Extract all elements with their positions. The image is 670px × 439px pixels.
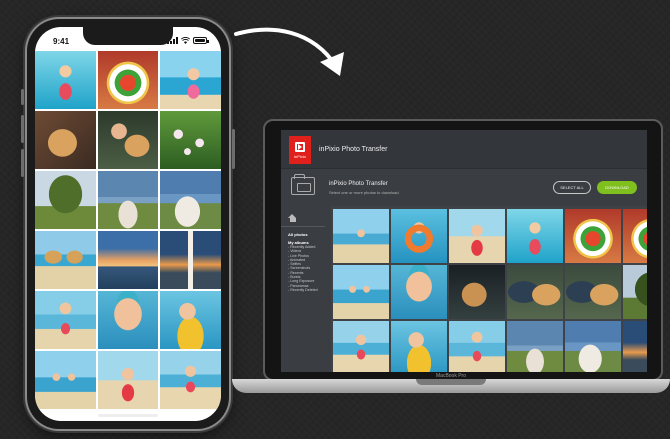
laptop-trackpad-notch — [416, 379, 486, 385]
app-photo-thumbnail[interactable] — [449, 321, 505, 372]
phone-photo-thumbnail[interactable] — [97, 171, 159, 229]
home-indicator — [98, 414, 158, 417]
toolbar-title: inPixio Photo Transfer — [329, 181, 388, 187]
logo-text: inPixio — [294, 153, 306, 159]
phone-mockup: 9:41 — [21, 19, 235, 429]
app-photo-thumbnail[interactable] — [333, 321, 389, 372]
app-title: inPixio Photo Transfer — [319, 146, 388, 153]
phone-photo-thumbnail[interactable] — [97, 231, 159, 289]
phone-photo-thumbnail[interactable] — [35, 171, 96, 229]
app-photo-thumbnail[interactable] — [391, 321, 447, 372]
phone-photo-grid — [35, 51, 221, 409]
app-photo-grid — [333, 209, 647, 372]
phone-photo-thumbnail[interactable] — [160, 171, 221, 229]
phone-photo-thumbnail[interactable] — [97, 51, 159, 109]
phone-photo-thumbnail[interactable] — [160, 351, 221, 409]
app-photo-thumbnail[interactable] — [507, 209, 563, 263]
phone-photo-thumbnail[interactable] — [160, 51, 221, 109]
phone-photo-thumbnail[interactable] — [35, 291, 96, 349]
phone-photo-thumbnail[interactable] — [97, 351, 159, 409]
status-icons — [167, 37, 209, 44]
laptop-screen: inPixio inPixio Photo Transfer inPixio P… — [281, 130, 647, 372]
phone-photo-thumbnail[interactable] — [35, 51, 96, 109]
signal-icon — [167, 37, 178, 44]
download-button[interactable]: DOWNLOAD — [597, 181, 637, 194]
app-photo-thumbnail[interactable] — [623, 209, 647, 263]
app-photo-thumbnail[interactable] — [565, 265, 621, 319]
app-photo-thumbnail[interactable] — [623, 321, 647, 372]
sidebar-album-item[interactable]: - Recently Deleted — [288, 288, 331, 292]
phone-photo-thumbnail[interactable] — [160, 291, 221, 349]
volume-up-button — [21, 115, 24, 143]
app-logo: inPixio — [289, 136, 311, 164]
phone-photo-thumbnail[interactable] — [97, 111, 159, 169]
phone-photo-thumbnail[interactable] — [97, 291, 159, 349]
sidebar-item-all-photos[interactable]: All photos — [288, 232, 331, 237]
app-toolbar: inPixio Photo Transfer Select one or mor… — [281, 168, 647, 206]
app-photo-thumbnail[interactable] — [507, 321, 563, 372]
app-photo-thumbnail[interactable] — [507, 265, 563, 319]
sidebar-divider — [281, 226, 325, 227]
folder-image-icon — [291, 174, 315, 195]
home-icon[interactable] — [288, 214, 297, 222]
app-photo-thumbnail[interactable] — [449, 265, 505, 319]
app-photo-thumbnail[interactable] — [333, 265, 389, 319]
phone-photo-thumbnail[interactable] — [35, 351, 96, 409]
toolbar-subtitle: Select one or more photos to download — [329, 190, 399, 195]
app-photo-thumbnail[interactable] — [333, 209, 389, 263]
app-photo-thumbnail[interactable] — [391, 209, 447, 263]
battery-icon — [193, 37, 209, 44]
phone-photo-thumbnail[interactable] — [35, 231, 96, 289]
phone-photo-thumbnail[interactable] — [35, 111, 96, 169]
app-sidebar: All photos My albums - Recently Added - V… — [281, 206, 331, 372]
sidebar-album-list: - Recently Added - Videos - Live Photos - A… — [288, 245, 331, 292]
app-photo-thumbnail[interactable] — [565, 321, 621, 372]
phone-status-bar: 9:41 — [35, 27, 221, 51]
phone-notch — [83, 27, 173, 45]
phone-screen: 9:41 — [35, 27, 221, 421]
wifi-icon — [181, 37, 190, 44]
app-photo-thumbnail[interactable] — [623, 265, 647, 319]
logo-icon — [295, 141, 305, 152]
mute-switch — [21, 89, 24, 105]
select-all-button[interactable]: SELECT ALL — [553, 181, 591, 194]
laptop-model-label: MacBook Pro — [435, 373, 467, 379]
volume-down-button — [21, 149, 24, 177]
app-header: inPixio inPixio Photo Transfer — [281, 130, 647, 168]
laptop-mockup: inPixio inPixio Photo Transfer inPixio P… — [263, 119, 663, 381]
status-time: 9:41 — [53, 37, 70, 46]
phone-photo-thumbnail[interactable] — [160, 111, 221, 169]
laptop-base: MacBook Pro — [232, 373, 670, 393]
curved-arrow-icon — [234, 27, 344, 76]
app-photo-thumbnail[interactable] — [391, 265, 447, 319]
app-photo-thumbnail[interactable] — [449, 209, 505, 263]
phone-photo-thumbnail[interactable] — [160, 231, 221, 289]
app-photo-thumbnail[interactable] — [565, 209, 621, 263]
power-button — [232, 129, 235, 169]
